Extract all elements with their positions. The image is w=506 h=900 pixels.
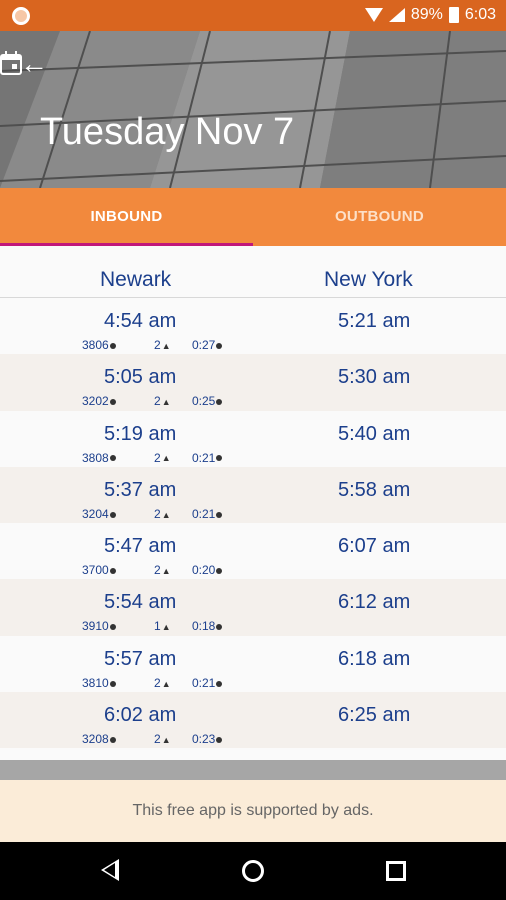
calendar-icon[interactable] bbox=[0, 51, 22, 75]
walk-icon: ▲ bbox=[161, 622, 171, 633]
arrive-time: 6:12 am bbox=[338, 591, 411, 614]
train-number: 3202 bbox=[82, 394, 116, 408]
depart-time: 5:47 am bbox=[104, 535, 177, 558]
train-icon bbox=[109, 680, 116, 687]
transfers: 2▲ bbox=[154, 506, 171, 521]
nav-home-icon[interactable] bbox=[242, 860, 264, 882]
status-right: 89% 6:03 bbox=[364, 6, 496, 24]
train-icon bbox=[109, 736, 116, 743]
nav-back-icon[interactable] bbox=[101, 859, 119, 881]
battery-percent: 89% bbox=[410, 6, 443, 23]
trip-list: 4:54 am 5:21 am 3806 2▲ 0:27 5:05 am 5:3… bbox=[0, 298, 506, 749]
duration: 0:18 bbox=[192, 619, 223, 633]
tab-inbound[interactable]: INBOUND bbox=[0, 188, 253, 246]
arrive-time: 5:58 am bbox=[338, 478, 411, 501]
walk-icon: ▲ bbox=[161, 340, 171, 351]
depart-time: 6:02 am bbox=[104, 704, 177, 727]
wifi-icon bbox=[364, 8, 383, 22]
train-number: 3700 bbox=[82, 563, 116, 577]
clock-icon bbox=[216, 568, 223, 575]
trip-row[interactable]: 5:54 am 6:12 am 3910 1▲ 0:18 bbox=[0, 579, 506, 636]
train-number: 3808 bbox=[82, 451, 116, 465]
clock-icon bbox=[216, 736, 223, 743]
depart-time: 5:19 am bbox=[104, 422, 177, 445]
arrive-time: 6:07 am bbox=[338, 535, 411, 558]
duration: 0:21 bbox=[192, 451, 223, 465]
train-icon bbox=[109, 342, 116, 349]
depart-time: 5:05 am bbox=[104, 366, 177, 389]
duration: 0:21 bbox=[192, 676, 223, 690]
duration: 0:23 bbox=[192, 732, 223, 746]
header-image: ← Tuesday Nov 7 bbox=[0, 31, 506, 188]
depart-time: 4:54 am bbox=[104, 310, 177, 332]
trip-row[interactable]: 5:57 am 6:18 am 3810 2▲ 0:21 bbox=[0, 635, 506, 693]
train-icon bbox=[109, 399, 116, 406]
train-number: 3810 bbox=[82, 676, 116, 690]
battery-icon bbox=[448, 7, 459, 23]
duration: 0:20 bbox=[192, 563, 223, 577]
train-number: 3910 bbox=[82, 619, 116, 633]
trip-row[interactable]: 5:05 am 5:30 am 3202 2▲ 0:25 bbox=[0, 354, 506, 411]
nav-recents-icon[interactable] bbox=[386, 861, 406, 881]
walk-icon: ▲ bbox=[161, 397, 171, 408]
clock-icon bbox=[216, 680, 223, 687]
trip-row[interactable]: 5:37 am 5:58 am 3204 2▲ 0:21 bbox=[0, 466, 506, 524]
calendar-background-image bbox=[0, 31, 506, 188]
transfers: 2▲ bbox=[154, 675, 171, 690]
column-headers: Newark New York bbox=[0, 246, 506, 298]
signal-icon bbox=[388, 8, 405, 22]
transfers: 2▲ bbox=[154, 394, 171, 409]
system-nav-bar bbox=[0, 842, 506, 900]
depart-time: 5:57 am bbox=[104, 647, 177, 670]
walk-icon: ▲ bbox=[161, 734, 171, 745]
destination-header: New York bbox=[324, 268, 413, 291]
clock-icon bbox=[216, 624, 223, 631]
transfers: 1▲ bbox=[154, 619, 171, 634]
train-icon bbox=[109, 511, 116, 518]
status-bar: 89% 6:03 bbox=[0, 0, 506, 31]
duration: 0:25 bbox=[192, 394, 223, 408]
page-title: Tuesday Nov 7 bbox=[40, 111, 295, 153]
transfers: 2▲ bbox=[154, 563, 171, 578]
duration: 0:27 bbox=[192, 338, 223, 352]
ad-text: This free app is supported by ads. bbox=[132, 802, 374, 819]
list-footer-divider bbox=[0, 760, 506, 780]
arrive-time: 6:18 am bbox=[338, 647, 411, 670]
trip-row[interactable]: 4:54 am 5:21 am 3806 2▲ 0:27 bbox=[0, 298, 506, 355]
app-notification-icon bbox=[12, 7, 30, 25]
walk-icon: ▲ bbox=[161, 453, 171, 464]
arrive-time: 5:40 am bbox=[338, 422, 411, 445]
train-number: 3806 bbox=[82, 338, 116, 352]
depart-time: 5:37 am bbox=[104, 478, 177, 501]
clock-icon bbox=[216, 511, 223, 518]
clock: 6:03 bbox=[464, 6, 496, 23]
duration: 0:21 bbox=[192, 507, 223, 521]
transfers: 2▲ bbox=[154, 450, 171, 465]
transfers: 2▲ bbox=[154, 338, 171, 352]
walk-icon: ▲ bbox=[161, 509, 171, 520]
tab-bar: INBOUND OUTBOUND bbox=[0, 188, 506, 246]
arrive-time: 5:21 am bbox=[338, 310, 411, 332]
train-number: 3204 bbox=[82, 507, 116, 521]
trip-row[interactable]: 6:02 am 6:25 am 3208 2▲ 0:23 bbox=[0, 692, 506, 749]
trip-row[interactable]: 5:47 am 6:07 am 3700 2▲ 0:20 bbox=[0, 523, 506, 580]
tab-outbound[interactable]: OUTBOUND bbox=[253, 188, 506, 246]
arrive-time: 5:30 am bbox=[338, 366, 411, 389]
origin-header: Newark bbox=[100, 268, 172, 291]
trip-row[interactable]: 5:19 am 5:40 am 3808 2▲ 0:21 bbox=[0, 410, 506, 467]
walk-icon: ▲ bbox=[161, 678, 171, 689]
train-icon bbox=[109, 568, 116, 575]
clock-icon bbox=[216, 455, 223, 462]
arrive-time: 6:25 am bbox=[338, 704, 411, 727]
depart-time: 5:54 am bbox=[104, 591, 177, 614]
ad-banner[interactable]: This free app is supported by ads. bbox=[0, 780, 506, 842]
clock-icon bbox=[216, 342, 223, 349]
transfers: 2▲ bbox=[154, 732, 171, 747]
train-icon bbox=[109, 455, 116, 462]
walk-icon: ▲ bbox=[161, 566, 171, 577]
back-arrow-icon[interactable]: ← bbox=[20, 49, 50, 79]
train-icon bbox=[109, 624, 116, 631]
clock-icon bbox=[216, 399, 223, 406]
train-number: 3208 bbox=[82, 732, 116, 746]
